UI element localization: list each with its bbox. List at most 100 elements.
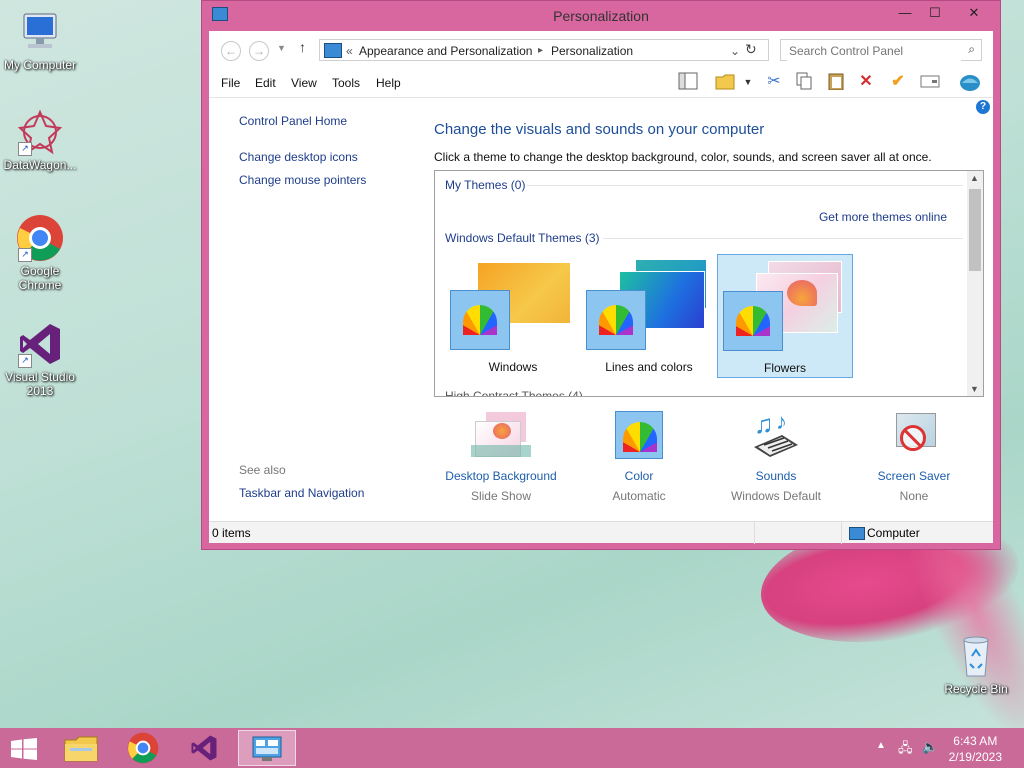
shortcut-arrow-icon: ↗ — [18, 142, 32, 156]
color-palette-icon — [586, 290, 646, 350]
refresh-icon[interactable]: ↻ — [745, 41, 757, 58]
menu-edit[interactable]: Edit — [255, 76, 276, 90]
desktop-icon-visual-studio[interactable]: ↗ Visual Studio 2013 — [0, 320, 80, 398]
copy-icon[interactable] — [793, 72, 815, 92]
desktop-background-setting[interactable]: Desktop Background Slide Show — [436, 411, 566, 503]
taskbar: ▲ 🖧 🔈 6:43 AM 2/19/2023 — [0, 728, 1024, 768]
breadcrumb-appearance[interactable]: Appearance and Personalization — [359, 44, 532, 58]
desktop-background-icon — [471, 411, 531, 467]
color-palette-icon — [450, 290, 510, 350]
folder-options-icon[interactable] — [714, 72, 736, 92]
breadcrumb-personalization[interactable]: Personalization — [551, 44, 633, 58]
change-mouse-pointers-link[interactable]: Change mouse pointers — [239, 173, 366, 187]
sounds-setting[interactable]: ♫ ♪ Sounds Windows Default — [711, 411, 841, 504]
get-more-themes-link[interactable]: Get more themes online — [819, 210, 947, 224]
personalization-window: Personalization — ☐ ✕ ← → ▼ ↑ « Appearan… — [201, 0, 1001, 550]
change-desktop-icons-link[interactable]: Change desktop icons — [239, 150, 358, 164]
recent-pages-dropdown-icon[interactable]: ▼ — [277, 43, 286, 53]
color-setting[interactable]: Color Automatic — [574, 411, 704, 503]
desktop-icon-my-computer[interactable]: My Computer — [0, 8, 80, 72]
cut-icon[interactable]: ✂ — [763, 72, 785, 92]
taskbar-navigation-link[interactable]: Taskbar and Navigation — [239, 486, 364, 500]
visual-studio-icon: ↗ — [16, 320, 64, 368]
close-button[interactable]: ✕ — [952, 3, 996, 23]
theme-lines-and-colors[interactable]: Lines and colors — [581, 254, 717, 378]
group-divider — [603, 238, 963, 239]
control-panel-home-link[interactable]: Control Panel Home — [239, 114, 347, 128]
desktop-icon-chrome[interactable]: ↗ Google Chrome — [0, 214, 80, 292]
scroll-up-icon[interactable]: ▲ — [970, 173, 979, 183]
my-themes-group[interactable]: My Themes (0) — [445, 178, 525, 192]
menu-tools[interactable]: Tools — [332, 76, 360, 90]
theme-list-scrollbar[interactable]: ▲ ▼ — [967, 171, 983, 396]
menu-bar: File Edit View Tools Help ▼ ✂ ✕ ✔ — [209, 67, 993, 98]
color-palette-icon — [723, 291, 783, 351]
layout-pane-icon[interactable] — [677, 72, 699, 92]
shortcut-arrow-icon: ↗ — [18, 354, 32, 368]
desktop-icon-datawagon[interactable]: ↗ DataWagon... — [0, 108, 80, 172]
desktop-icon-recycle-bin[interactable]: Recycle Bin — [936, 632, 1016, 696]
datawagon-icon: ↗ — [16, 108, 64, 156]
globe-shell-icon[interactable] — [959, 72, 981, 92]
taskbar-visual-studio[interactable] — [177, 730, 233, 766]
properties-check-icon[interactable]: ✔ — [887, 72, 909, 92]
page-subtitle: Click a theme to change the desktop back… — [434, 150, 932, 164]
help-icon[interactable]: ? — [976, 100, 990, 114]
taskbar-file-explorer[interactable] — [54, 730, 110, 766]
address-bar[interactable]: « Appearance and Personalization ▸ Perso… — [319, 39, 769, 61]
theme-windows[interactable]: Windows — [445, 254, 581, 378]
system-clock[interactable]: 6:43 AM 2/19/2023 — [949, 733, 1002, 765]
shortcut-arrow-icon: ↗ — [18, 248, 32, 262]
network-icon[interactable]: 🖧 — [898, 739, 913, 761]
up-arrow-icon[interactable]: ↑ — [299, 39, 306, 55]
search-input[interactable] — [787, 41, 961, 61]
search-box[interactable]: ⌕ — [780, 39, 982, 61]
minimize-button[interactable]: — — [890, 3, 920, 23]
status-item-count: 0 items — [212, 526, 251, 540]
computer-icon — [16, 8, 64, 56]
taskbar-chrome[interactable] — [116, 730, 172, 766]
breadcrumb-separator-icon[interactable]: ▸ — [538, 45, 543, 56]
show-hidden-icons-icon[interactable]: ▲ — [876, 740, 886, 751]
window-titlebar[interactable]: Personalization — ☐ ✕ — [202, 1, 1000, 31]
group-divider — [527, 185, 963, 186]
screen-saver-setting[interactable]: Screen Saver None — [849, 411, 979, 503]
menu-file[interactable]: File — [221, 76, 240, 90]
volume-icon[interactable]: 🔈 — [922, 739, 938, 755]
status-location: Computer — [867, 526, 920, 540]
page-title: Change the visuals and sounds on your co… — [434, 121, 765, 138]
address-row: ← → ▼ ↑ « Appearance and Personalization… — [209, 31, 993, 67]
screen-saver-icon — [884, 411, 944, 467]
computer-icon — [849, 527, 865, 540]
chrome-icon: ↗ — [16, 214, 64, 262]
theme-list: My Themes (0) Get more themes online Win… — [434, 170, 984, 397]
delete-icon[interactable]: ✕ — [855, 72, 877, 92]
taskbar-control-panel[interactable] — [238, 730, 296, 766]
forward-arrow-icon[interactable]: → — [249, 41, 269, 61]
theme-flowers[interactable]: Flowers — [717, 254, 853, 378]
see-also-label: See also — [239, 463, 286, 477]
default-themes-group[interactable]: Windows Default Themes (3) — [445, 231, 600, 245]
menu-view[interactable]: View — [291, 76, 317, 90]
folder-options-dropdown-icon[interactable]: ▼ — [737, 72, 759, 92]
clock-date: 2/19/2023 — [948, 750, 1002, 764]
color-palette-icon — [609, 411, 669, 467]
address-dropdown-icon[interactable]: ⌄ — [730, 44, 740, 58]
menu-help[interactable]: Help — [376, 76, 401, 90]
sounds-icon: ♫ ♪ — [746, 411, 806, 467]
search-icon[interactable]: ⌕ — [968, 42, 975, 57]
breadcrumb-overflow-icon[interactable]: « — [346, 44, 353, 58]
paste-icon[interactable] — [825, 72, 847, 92]
window-client: ← → ▼ ↑ « Appearance and Personalization… — [209, 31, 993, 544]
clock-time: 6:43 AM — [953, 734, 998, 748]
scroll-down-icon[interactable]: ▼ — [970, 384, 979, 394]
high-contrast-group[interactable]: High Contrast Themes (4) — [445, 389, 583, 396]
maximize-button[interactable]: ☐ — [920, 3, 950, 23]
back-arrow-icon[interactable]: ← — [221, 41, 241, 61]
recycle-bin-icon — [952, 632, 1000, 680]
start-button[interactable] — [0, 730, 48, 766]
status-bar: 0 items Computer — [209, 521, 993, 544]
screen-icon[interactable] — [919, 72, 941, 92]
scrollbar-thumb[interactable] — [969, 189, 981, 271]
window-title: Personalization — [553, 8, 649, 24]
